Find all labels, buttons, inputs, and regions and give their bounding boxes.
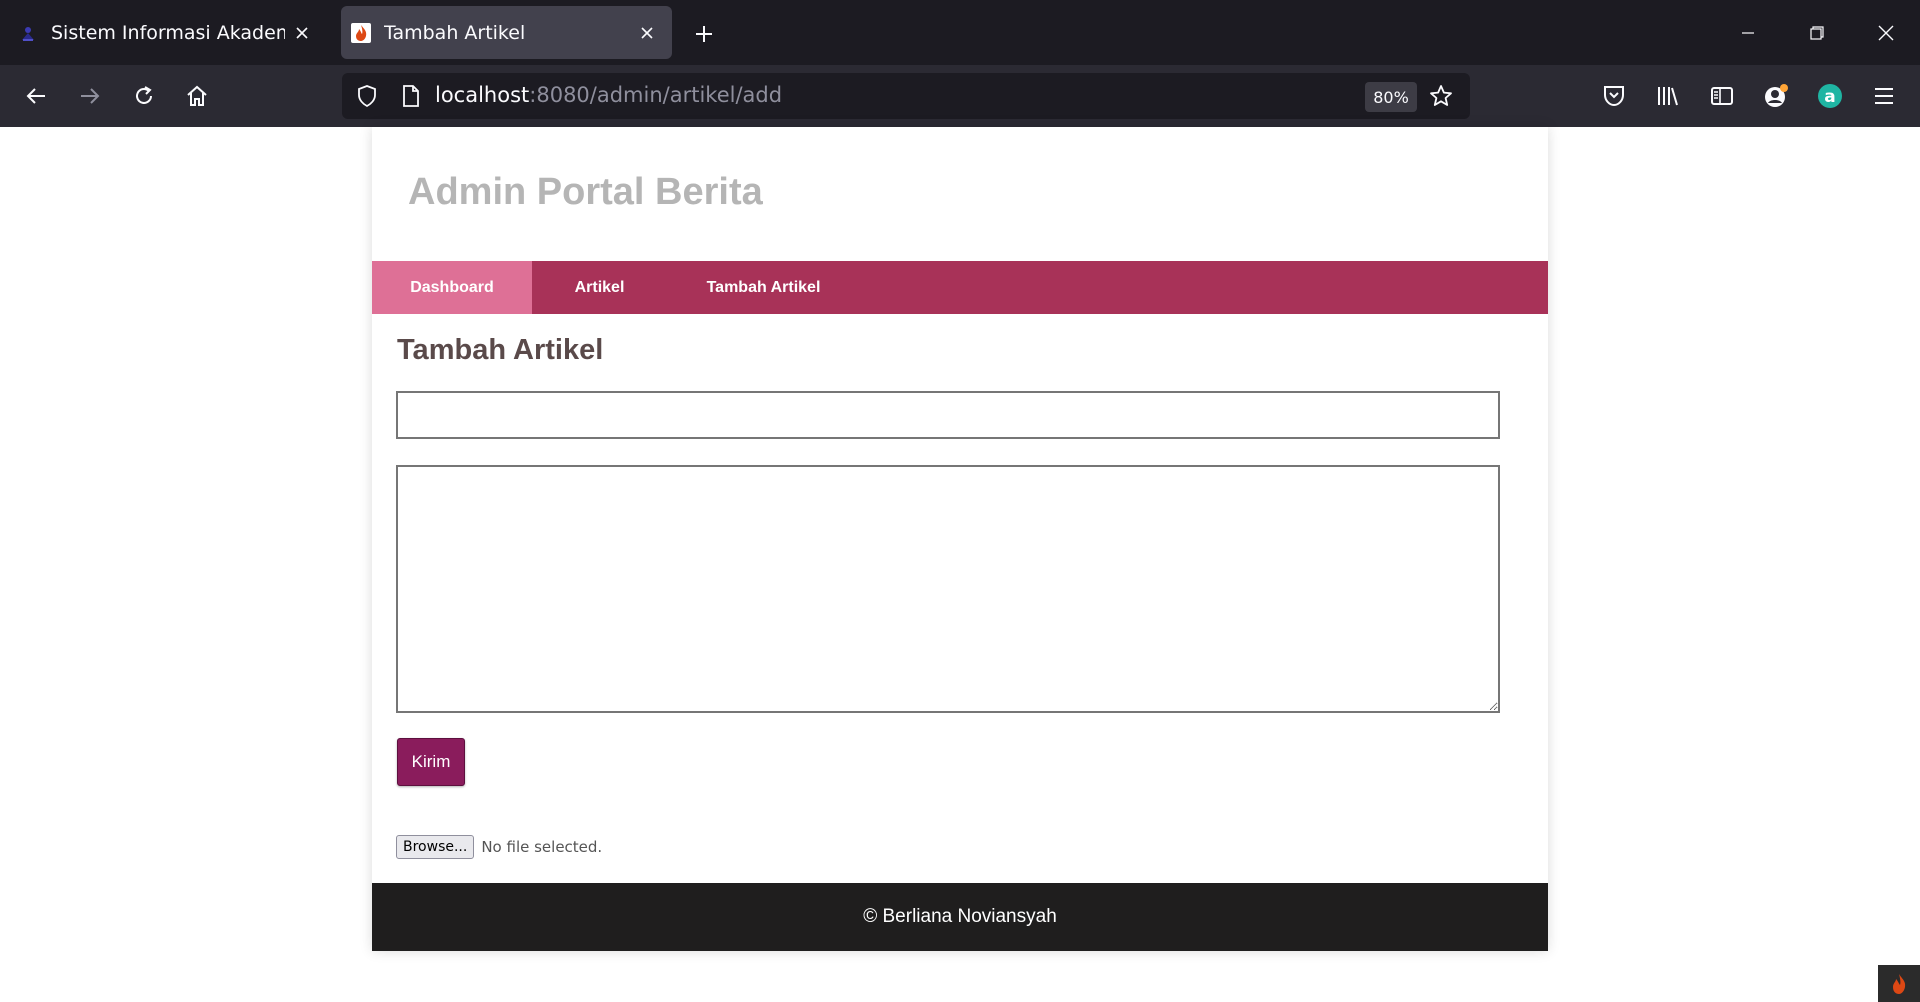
- new-tab-button[interactable]: [684, 14, 724, 54]
- file-status-text: No file selected.: [481, 838, 603, 856]
- tab-tambah-artikel[interactable]: Tambah Artikel: [341, 6, 672, 59]
- article-title-input[interactable]: [396, 391, 1500, 439]
- url-path: :8080/admin/artikel/add: [529, 83, 783, 107]
- svg-text:a: a: [1824, 87, 1835, 107]
- page-container: Admin Portal Berita Dashboard Artikel Ta…: [372, 127, 1548, 951]
- page-footer: © Berliana Noviansyah: [372, 883, 1548, 951]
- plus-icon: [696, 26, 712, 42]
- nav-item-dashboard[interactable]: Dashboard: [372, 261, 532, 314]
- account-button[interactable]: [1756, 76, 1796, 116]
- page-info-icon[interactable]: [394, 79, 428, 113]
- close-icon: [1878, 25, 1894, 41]
- url-host: localhost: [435, 83, 530, 107]
- reload-icon: [136, 86, 152, 104]
- browser-toolbar: localhost:8080/admin/artikel/add 80% a: [0, 65, 1920, 127]
- forward-button[interactable]: [70, 76, 110, 116]
- academic-logo-icon: [18, 23, 38, 43]
- browser-tab-strip: Sistem Informasi Akademik Tambah Artikel: [0, 0, 1920, 65]
- close-tab-icon[interactable]: [630, 16, 664, 50]
- sidebar-icon: [1711, 87, 1733, 105]
- close-window-button[interactable]: [1858, 10, 1914, 56]
- url-text: localhost:8080/admin/artikel/add: [435, 83, 782, 107]
- main-nav: Dashboard Artikel Tambah Artikel: [372, 261, 1548, 314]
- codeigniter-flame-icon: [351, 22, 371, 43]
- submit-button[interactable]: Kirim: [397, 738, 465, 786]
- back-button[interactable]: [16, 76, 56, 116]
- account-avatar-icon: [1765, 84, 1788, 107]
- tab-title: Tambah Artikel: [384, 21, 526, 44]
- file-upload-field: Browse... No file selected.: [396, 835, 602, 859]
- tracking-protection-shield-icon[interactable]: [350, 79, 384, 113]
- home-icon: [187, 85, 207, 106]
- page-heading: Tambah Artikel: [397, 334, 604, 366]
- minimize-icon: [1742, 32, 1754, 34]
- browse-file-button[interactable]: Browse...: [396, 835, 475, 859]
- tab-title: Sistem Informasi Akademik: [51, 21, 285, 44]
- debug-toolbar-toggle[interactable]: [1878, 965, 1920, 1002]
- address-bar[interactable]: localhost:8080/admin/artikel/add 80%: [342, 73, 1470, 119]
- library-button[interactable]: [1648, 76, 1688, 116]
- tab-sistem-informasi-akademik[interactable]: Sistem Informasi Akademik: [8, 6, 327, 59]
- library-icon: [1658, 87, 1678, 106]
- restore-window-button[interactable]: [1789, 10, 1845, 56]
- footer-copyright: © Berliana Noviansyah: [863, 906, 1057, 927]
- pocket-button[interactable]: [1594, 76, 1634, 116]
- sidebar-toggle-button[interactable]: [1702, 76, 1742, 116]
- back-arrow-icon: [26, 88, 45, 104]
- zoom-level-badge[interactable]: 80%: [1365, 82, 1417, 112]
- nav-item-artikel[interactable]: Artikel: [532, 261, 667, 314]
- home-button[interactable]: [177, 76, 217, 116]
- codeigniter-flame-icon: [1893, 973, 1906, 994]
- bookmark-star-icon[interactable]: [1424, 79, 1458, 113]
- extension-button[interactable]: a: [1810, 76, 1850, 116]
- extension-a-icon: a: [1818, 84, 1842, 108]
- restore-icon: [1810, 26, 1824, 40]
- hamburger-menu-icon: [1875, 88, 1893, 104]
- forward-arrow-icon: [81, 88, 100, 104]
- reload-button[interactable]: [124, 76, 164, 116]
- close-tab-icon[interactable]: [285, 16, 319, 50]
- menu-button[interactable]: [1864, 76, 1904, 116]
- page-viewport: Admin Portal Berita Dashboard Artikel Ta…: [0, 127, 1920, 1002]
- site-title: Admin Portal Berita: [408, 171, 763, 213]
- nav-item-tambah-artikel[interactable]: Tambah Artikel: [667, 261, 860, 314]
- pocket-icon: [1604, 86, 1624, 107]
- article-body-textarea[interactable]: [396, 465, 1500, 713]
- minimize-window-button[interactable]: [1720, 10, 1776, 56]
